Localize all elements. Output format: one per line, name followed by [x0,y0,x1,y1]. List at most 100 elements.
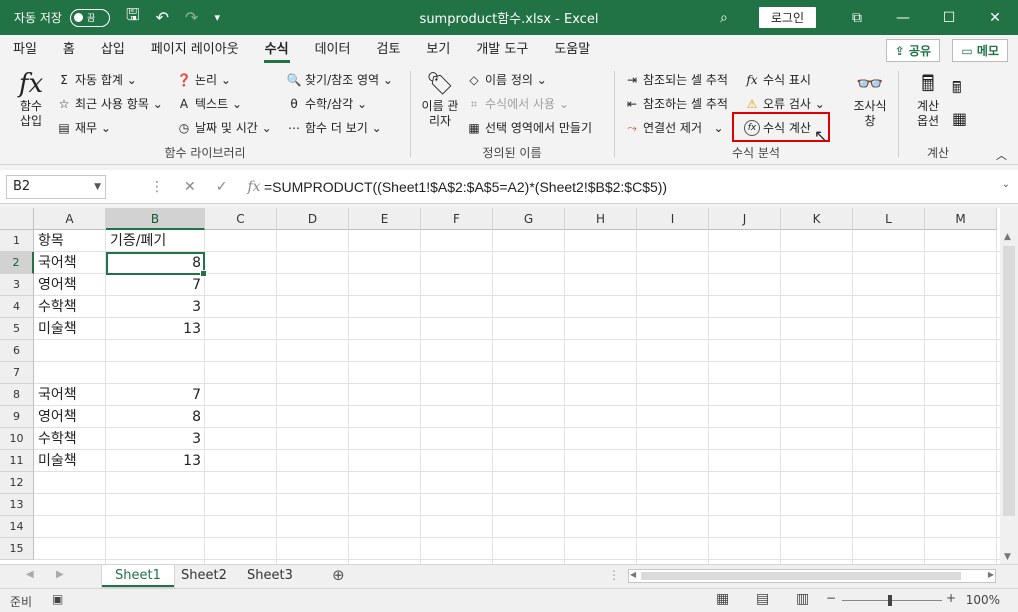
sheet-tab-sheet1[interactable]: Sheet1 [102,565,174,587]
tab-help[interactable]: 도움말 [541,35,603,65]
undo-icon[interactable]: ↶ [156,8,169,27]
cell-a4[interactable]: 수학책 [34,296,106,318]
name-box[interactable]: B2 ▼ [6,175,106,199]
save-icon[interactable]: 🖫 [126,4,140,31]
cell-b4[interactable]: 3 [106,296,205,318]
tab-page-layout[interactable]: 페이지 레이아웃 [138,35,252,65]
column-header-c[interactable]: C [205,208,277,230]
ribbon-display-icon[interactable]: ⧉ [834,10,880,26]
scroll-thumb[interactable] [1003,246,1015,516]
autosave-toggle[interactable]: 끔 [69,8,110,27]
cell-a11[interactable]: 미술책 [34,450,106,472]
scroll-right-icon[interactable]: ▶ [988,570,994,579]
chevron-down-icon[interactable]: ▼ [94,176,101,198]
cell-a2[interactable]: 국어책 [34,252,106,274]
tab-insert[interactable]: 삽입 [88,35,138,65]
row-header-8[interactable]: 8 [0,384,34,406]
sheet-tab-sheet2[interactable]: Sheet2 [168,565,240,587]
tab-file[interactable]: 파일 [0,35,50,65]
row-header-12[interactable]: 12 [0,472,34,494]
cell-b1[interactable]: 기증/폐기 [106,230,205,252]
column-header-m[interactable]: M [925,208,997,230]
fx-icon[interactable]: fx [247,179,260,195]
cell-a1[interactable]: 항목 [34,230,106,252]
row-header-10[interactable]: 10 [0,428,34,450]
row-header-4[interactable]: 4 [0,296,34,318]
sheet-tab-sheet3[interactable]: Sheet3 [234,565,306,587]
search-icon[interactable]: ⌕ [709,10,739,26]
row-header-6[interactable]: 6 [0,340,34,362]
column-header-e[interactable]: E [349,208,421,230]
zoom-out-icon[interactable]: − [826,591,836,605]
cell-a3[interactable]: 영어책 [34,274,106,296]
column-header-h[interactable]: H [565,208,637,230]
row-header-3[interactable]: 3 [0,274,34,296]
prev-sheet-icon[interactable]: ◀ [26,569,34,580]
column-header-b[interactable]: B [106,208,205,230]
row-header-7[interactable]: 7 [0,362,34,384]
cell-a8[interactable]: 국어책 [34,384,106,406]
column-header-k[interactable]: K [781,208,853,230]
cell-b11[interactable]: 13 [106,450,205,472]
split-handle-icon[interactable]: ⋮ [608,568,620,582]
cell-a10[interactable]: 수학책 [34,428,106,450]
scroll-up-icon[interactable]: ▲ [1004,232,1011,242]
column-header-f[interactable]: F [421,208,493,230]
row-header-13[interactable]: 13 [0,494,34,516]
cell-b3[interactable]: 7 [106,274,205,296]
row-header-14[interactable]: 14 [0,516,34,538]
normal-view-icon[interactable]: ▦ [716,591,729,607]
row-header-1[interactable]: 1 [0,230,34,252]
cell-b5[interactable]: 13 [106,318,205,340]
formula-input[interactable]: =SUMPRODUCT((Sheet1!$A$2:$A$5=A2)*(Sheet… [264,175,667,199]
close-icon[interactable]: ✕ [972,10,1018,26]
tab-developer[interactable]: 개발 도구 [463,35,541,65]
zoom-level[interactable]: 100% [966,593,1000,607]
memo-button[interactable]: ▭ 메모 [952,39,1008,62]
scroll-left-icon[interactable]: ◀ [630,570,636,579]
scroll-down-icon[interactable]: ▼ [1004,552,1011,562]
row-header-11[interactable]: 11 [0,450,34,472]
collapse-ribbon-icon[interactable]: ︿ [996,147,1007,163]
tab-formulas[interactable]: 수식 [252,35,302,65]
minimize-icon[interactable]: — [880,10,926,26]
expand-formula-icon[interactable]: ⌄ [1002,179,1010,190]
enter-icon[interactable]: ✓ [216,179,228,195]
maximize-icon[interactable]: ☐ [926,10,972,26]
next-sheet-icon[interactable]: ▶ [56,569,64,580]
zoom-in-icon[interactable]: + [946,591,956,605]
select-all-corner[interactable] [0,208,34,230]
add-sheet-icon[interactable]: ⊕ [332,566,345,584]
cell-b8[interactable]: 7 [106,384,205,406]
tab-home[interactable]: 홈 [50,35,88,65]
tab-view[interactable]: 보기 [413,35,463,65]
horizontal-scrollbar[interactable]: ◀ ▶ [628,569,996,583]
page-break-view-icon[interactable]: ▥ [796,591,809,607]
cell-a9[interactable]: 영어책 [34,406,106,428]
tab-data[interactable]: 데이터 [302,35,364,65]
cell-a5[interactable]: 미술책 [34,318,106,340]
share-button[interactable]: ⇪ 공유 [885,39,940,62]
autosave[interactable]: 자동 저장 끔 [14,8,110,27]
cell-b10[interactable]: 3 [106,428,205,450]
redo-icon[interactable]: ↷ [185,8,198,27]
cell-b9[interactable]: 8 [106,406,205,428]
customize-qat-icon[interactable]: ▾ [214,11,220,24]
login-button[interactable]: 로그인 [758,7,816,28]
tab-review[interactable]: 검토 [363,35,413,65]
zoom-slider[interactable] [842,595,942,606]
vertical-scrollbar[interactable]: ▲ ▼ [1000,208,1018,564]
column-header-a[interactable]: A [34,208,106,230]
column-header-g[interactable]: G [493,208,565,230]
hscroll-thumb[interactable] [641,572,961,580]
page-layout-view-icon[interactable]: ▤ [756,591,769,607]
row-header-9[interactable]: 9 [0,406,34,428]
macro-record-icon[interactable]: ▣ [52,592,63,606]
column-header-j[interactable]: J [709,208,781,230]
column-header-d[interactable]: D [277,208,349,230]
worksheet-grid[interactable]: A B C D E F G H I J K L M 1 2 3 4 5 6 7 8 9 10 11 12 13 14 15 항목 기증/폐… [0,208,1000,564]
column-header-l[interactable]: L [853,208,925,230]
row-header-15[interactable]: 15 [0,538,34,560]
row-header-5[interactable]: 5 [0,318,34,340]
row-header-2[interactable]: 2 [0,252,34,274]
